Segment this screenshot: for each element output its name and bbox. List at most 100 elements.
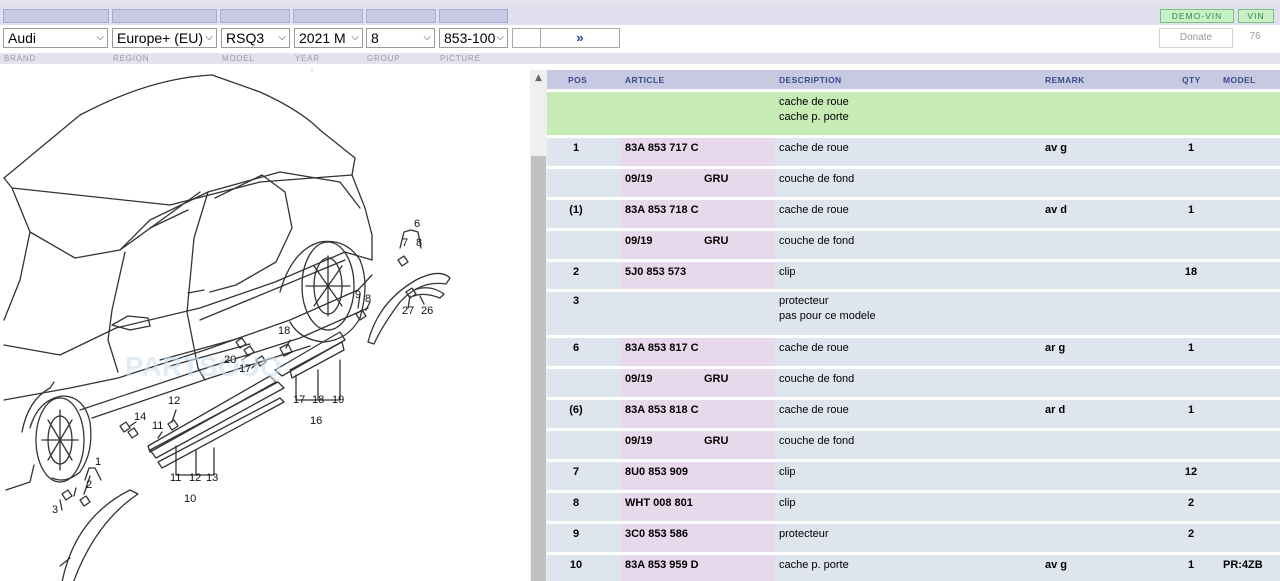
vin-button[interactable]: VIN bbox=[1238, 9, 1274, 23]
table-row[interactable]: 3 protecteur pas pour ce modele bbox=[547, 292, 1280, 338]
row-article[interactable]: 5J0 853 573 bbox=[625, 265, 686, 280]
callout-8[interactable]: 8 bbox=[416, 237, 422, 249]
table-row[interactable]: 6 83A 853 817 C cache de roue ar g 1 bbox=[547, 338, 1280, 369]
region-label: REGION bbox=[113, 54, 150, 63]
tab-group[interactable] bbox=[366, 9, 436, 23]
row-qty: 2 bbox=[1187, 528, 1195, 540]
callout-18[interactable]: 18 bbox=[278, 325, 290, 337]
table-row[interactable]: (1) 83A 853 718 C cache de roue av d 1 bbox=[547, 200, 1280, 231]
callout-17b[interactable]: 17 bbox=[293, 394, 305, 406]
row-article[interactable]: 83A 853 818 C bbox=[625, 403, 699, 418]
row-qty: 18 bbox=[1184, 266, 1198, 278]
table-row[interactable]: 09/19 GRU couche de fond bbox=[547, 369, 1280, 400]
demo-vin-button[interactable]: DEMO-VIN bbox=[1160, 9, 1234, 23]
callout-9[interactable]: 9 bbox=[355, 289, 361, 301]
group-select[interactable]: 8 ⌵ bbox=[366, 28, 435, 48]
callout-18b[interactable]: 18 bbox=[312, 394, 324, 406]
callout-11b[interactable]: 11 bbox=[170, 472, 181, 484]
col-article[interactable]: ARTICLE bbox=[625, 75, 665, 85]
row-description: couche de fond bbox=[779, 173, 855, 185]
year-select[interactable]: 2021 M ⌵ bbox=[294, 28, 363, 48]
row-remark: av g bbox=[1045, 142, 1068, 154]
row-description: cache de roue bbox=[779, 204, 849, 216]
row-remark: av d bbox=[1045, 204, 1068, 216]
region-value: Europe+ (EU) bbox=[117, 30, 203, 46]
col-remark[interactable]: REMARK bbox=[1045, 75, 1085, 85]
callout-27[interactable]: 27 bbox=[402, 305, 414, 317]
table-row[interactable]: 09/19 GRU couche de fond bbox=[547, 169, 1280, 200]
diagram-scrollbar[interactable]: ▲ bbox=[530, 70, 547, 581]
callout-3[interactable]: 3 bbox=[52, 504, 58, 516]
callout-1[interactable]: 1 bbox=[95, 456, 101, 468]
callout-11[interactable]: 11 bbox=[152, 420, 163, 432]
parts-table: POS ARTICLE DESCRIPTION REMARK QTY MODEL… bbox=[547, 70, 1280, 581]
row-article[interactable]: 83A 853 718 C bbox=[625, 203, 699, 218]
tab-brand[interactable] bbox=[3, 9, 109, 23]
group-label: GROUP bbox=[367, 54, 401, 63]
chevron-down-icon: ⌵ bbox=[496, 32, 504, 43]
col-qty[interactable]: QTY bbox=[1182, 75, 1201, 85]
row-article: 09/19 bbox=[625, 373, 653, 385]
table-row[interactable]: 09/19 GRU couche de fond bbox=[547, 431, 1280, 462]
parts-diagram[interactable]: PARTSOUQ 1 2 3 6 7 8 9 8 27 26 18 20 17 … bbox=[0, 69, 530, 581]
scroll-up-icon[interactable]: ▲ bbox=[530, 70, 547, 86]
table-row[interactable]: 7 8U0 853 909 clip 12 bbox=[547, 462, 1280, 493]
row-article[interactable]: 83A 853 717 C bbox=[625, 141, 699, 156]
callout-10[interactable]: 10 bbox=[184, 493, 196, 505]
region-select[interactable]: Europe+ (EU) ⌵ bbox=[112, 28, 217, 48]
row-description: clip bbox=[779, 466, 796, 478]
donate-button[interactable]: Donate bbox=[1159, 28, 1233, 48]
row-article[interactable]: 83A 853 959 D bbox=[625, 558, 699, 573]
row-pos: (1) bbox=[569, 204, 583, 216]
callout-17[interactable]: 17 bbox=[239, 363, 251, 375]
row-pos: 6 bbox=[572, 342, 580, 354]
row-article: 09/19 bbox=[625, 435, 653, 447]
callout-2[interactable]: 2 bbox=[86, 479, 92, 491]
col-description[interactable]: DESCRIPTION bbox=[779, 75, 842, 85]
tab-model[interactable] bbox=[220, 9, 290, 23]
picture-select[interactable]: 853-100 ⌵ bbox=[439, 28, 508, 48]
tab-region[interactable] bbox=[112, 9, 217, 23]
row-article: 09/19 bbox=[625, 235, 653, 247]
callout-8b[interactable]: 8 bbox=[365, 293, 371, 305]
callout-20[interactable]: 20 bbox=[224, 354, 236, 366]
table-row[interactable]: 10 83A 853 959 D cache p. porte av g 1 P… bbox=[547, 555, 1280, 581]
brand-value: Audi bbox=[8, 30, 37, 46]
row-article[interactable]: 3C0 853 586 bbox=[625, 527, 688, 542]
table-row[interactable]: 1 83A 853 717 C cache de roue av g 1 bbox=[547, 138, 1280, 169]
picture-value: 853-100 bbox=[444, 30, 496, 46]
row-article[interactable]: 8U0 853 909 bbox=[625, 465, 688, 480]
row-description: couche de fond bbox=[779, 435, 855, 447]
row-article[interactable]: 83A 853 817 C bbox=[625, 341, 699, 356]
callout-12b[interactable]: 12 bbox=[189, 472, 201, 484]
model-select[interactable]: RSQ3 ⌵ bbox=[221, 28, 290, 48]
callout-12[interactable]: 12 bbox=[168, 395, 180, 407]
table-row[interactable]: 2 5J0 853 573 clip 18 bbox=[547, 262, 1280, 292]
chevron-down-icon: ⌵ bbox=[205, 32, 213, 43]
row-article[interactable]: WHT 008 801 bbox=[625, 496, 693, 511]
col-model[interactable]: MODEL bbox=[1223, 75, 1256, 85]
callout-26[interactable]: 26 bbox=[421, 305, 433, 317]
table-row[interactable]: (6) 83A 853 818 C cache de roue ar d 1 bbox=[547, 400, 1280, 431]
table-row[interactable]: 8 WHT 008 801 clip 2 bbox=[547, 493, 1280, 524]
callout-7[interactable]: 7 bbox=[402, 237, 408, 249]
row-pos: 1 bbox=[572, 142, 580, 154]
next-picture-button[interactable]: » bbox=[540, 28, 620, 48]
col-pos[interactable]: POS bbox=[568, 75, 587, 85]
callout-19[interactable]: 19 bbox=[332, 394, 344, 406]
table-row[interactable]: 09/19 GRU couche de fond bbox=[547, 231, 1280, 262]
callout-13[interactable]: 13 bbox=[206, 472, 218, 484]
scrollbar-thumb[interactable] bbox=[531, 156, 546, 581]
tab-year[interactable] bbox=[293, 9, 363, 23]
group-value: 8 bbox=[371, 30, 379, 46]
callout-6[interactable]: 6 bbox=[414, 218, 420, 230]
brand-select[interactable]: Audi ⌵ bbox=[3, 28, 108, 48]
table-row[interactable]: 9 3C0 853 586 protecteur 2 bbox=[547, 524, 1280, 555]
callout-16[interactable]: 16 bbox=[310, 415, 322, 427]
group-row[interactable]: cache de roue cache p. porte bbox=[547, 92, 1280, 138]
row-description: cache de roue bbox=[779, 342, 849, 354]
tab-picture[interactable] bbox=[439, 9, 508, 23]
row-pos: 9 bbox=[572, 528, 580, 540]
filter-labels: BRAND REGION MODEL YEAR GROUP PICTURE bbox=[0, 53, 1280, 64]
callout-14[interactable]: 14 bbox=[134, 411, 146, 423]
